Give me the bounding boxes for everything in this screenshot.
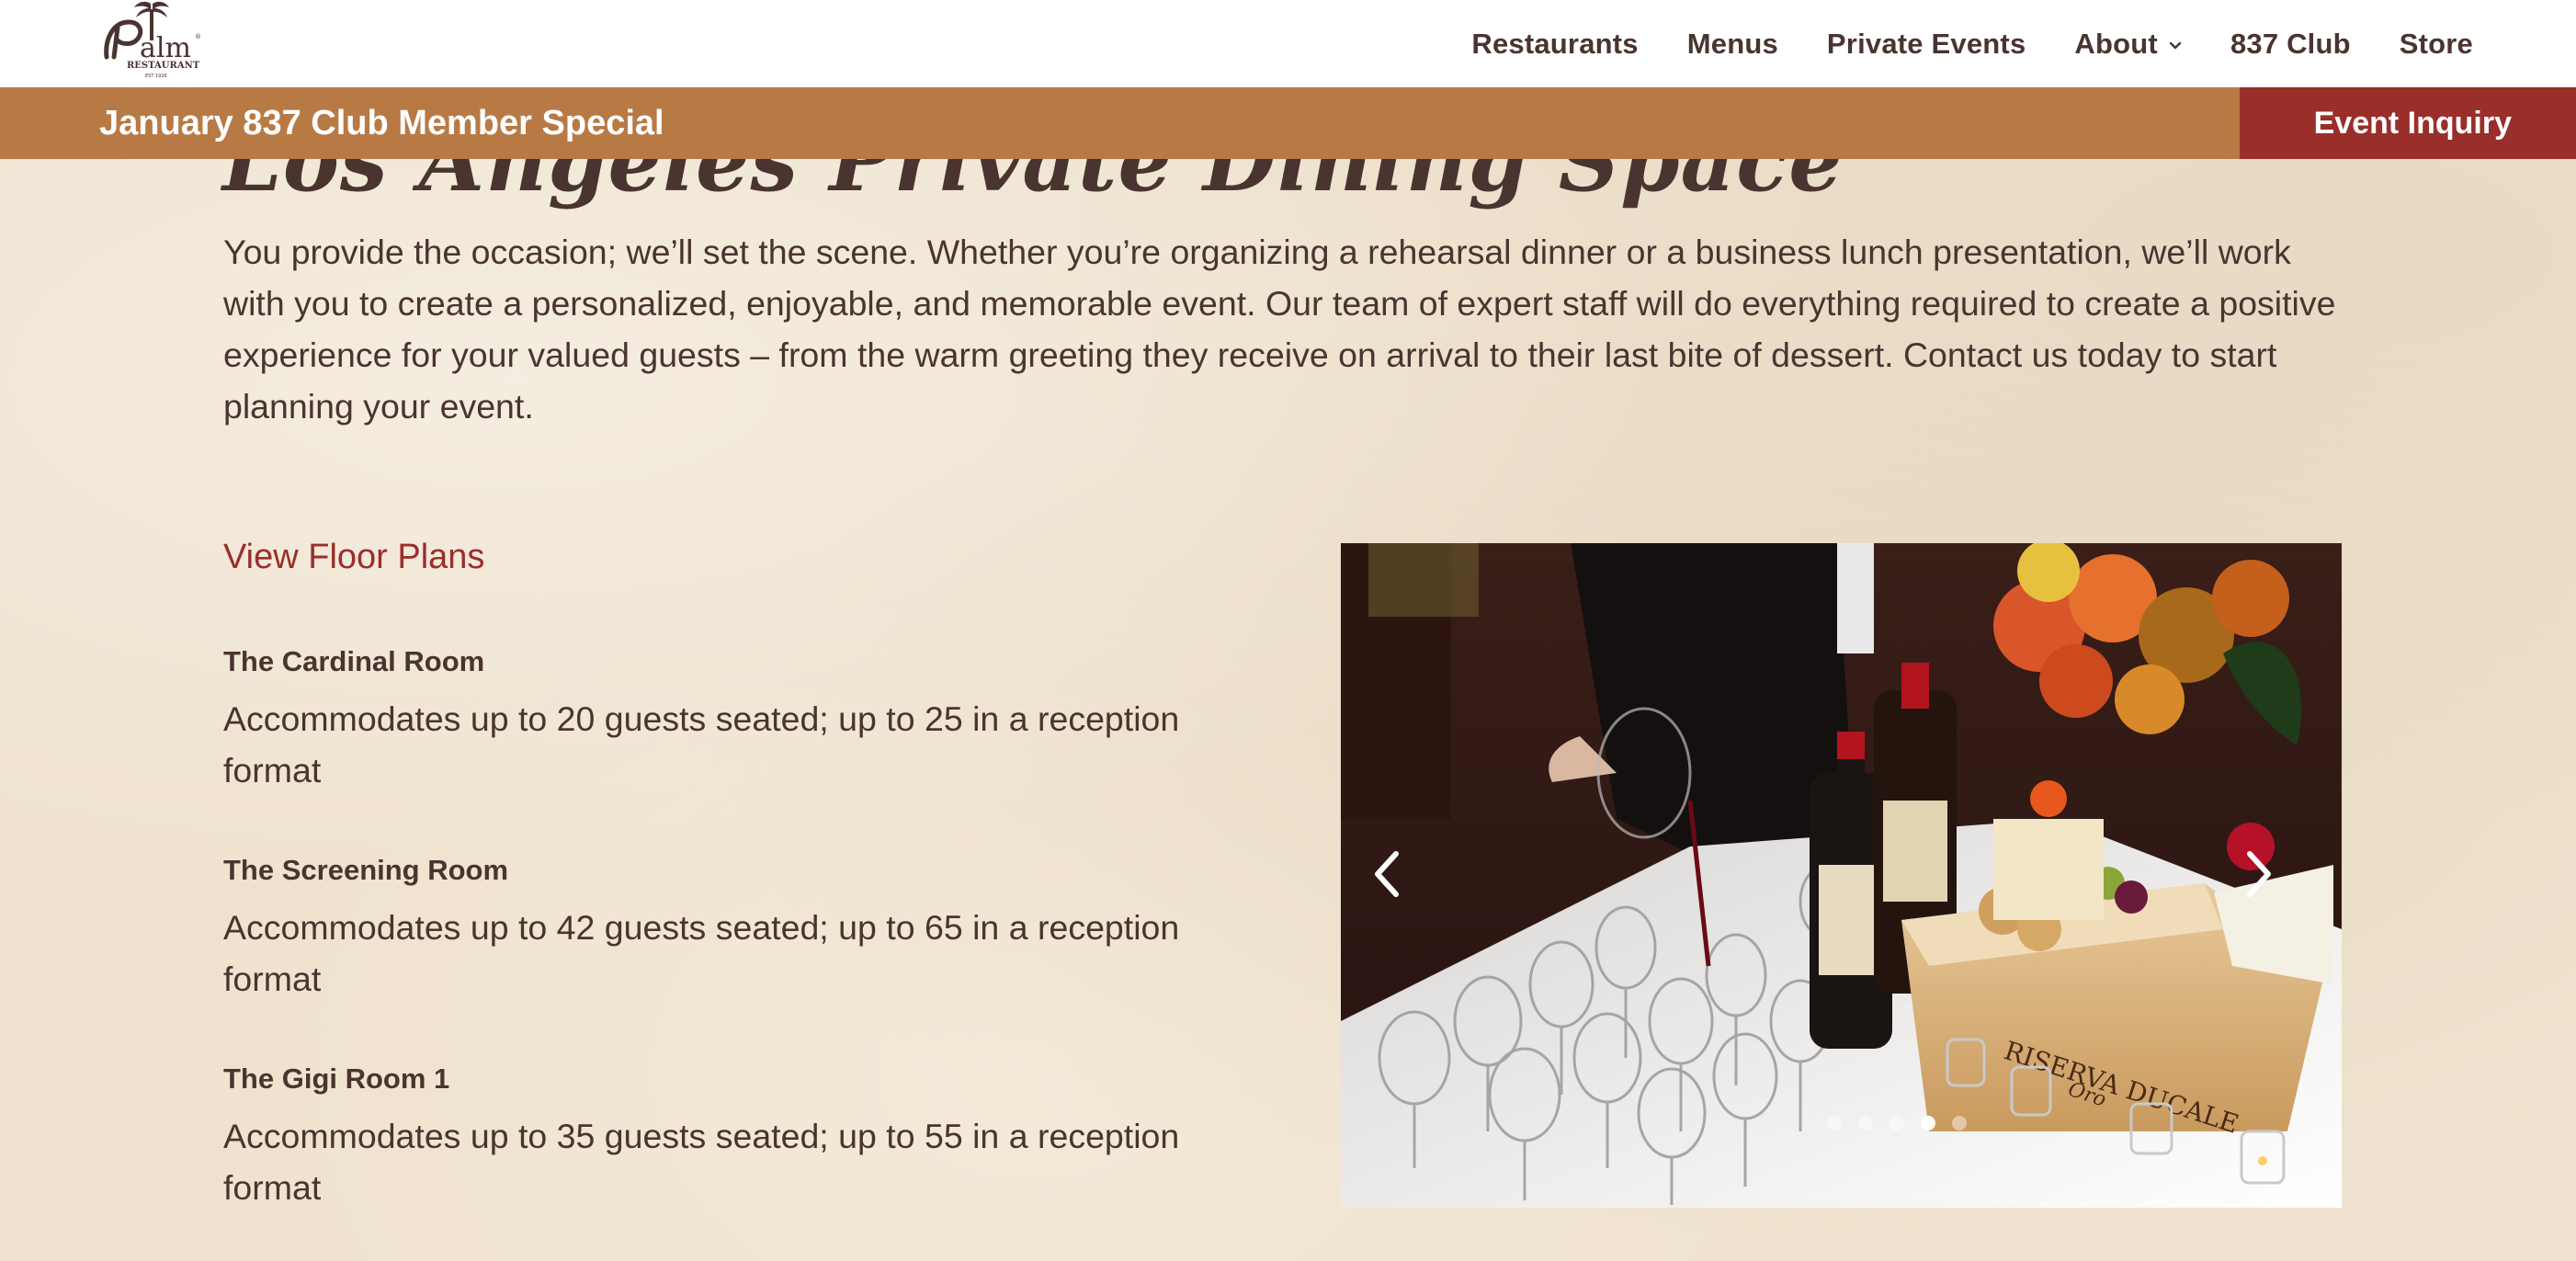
- carousel-dots: [1341, 1116, 2342, 1130]
- main-nav: Restaurants Menus Private Events About 8…: [1423, 0, 2473, 87]
- room-cardinal: The Cardinal Room Accommodates up to 20 …: [223, 643, 1262, 796]
- palm-logo-image: alm ® RESTAURANT EST 1926: [104, 1, 201, 79]
- svg-text:EST 1926: EST 1926: [145, 74, 167, 79]
- nav-menus-label: Menus: [1686, 27, 1778, 60]
- view-floor-plans-link[interactable]: View Floor Plans: [223, 538, 484, 577]
- room-name: The Cardinal Room: [223, 645, 485, 677]
- nav-store-label: Store: [2399, 27, 2473, 60]
- nav-about[interactable]: About: [2074, 28, 2182, 61]
- svg-text:®: ®: [195, 33, 201, 40]
- intro-paragraph: You provide the occasion; we’ll set the …: [223, 233, 2336, 426]
- room-screening: The Screening Room Accommodates up to 42…: [223, 852, 1262, 1005]
- event-inquiry-button[interactable]: Event Inquiry: [2240, 87, 2576, 159]
- chevron-down-icon: [2169, 40, 2182, 52]
- carousel-dot[interactable]: [1857, 1116, 1873, 1130]
- nav-837-club-label: 837 Club: [2230, 27, 2351, 60]
- nav-837-club[interactable]: 837 Club: [2230, 28, 2351, 61]
- carousel-dot[interactable]: [1826, 1116, 1842, 1130]
- chevron-right-icon: [2247, 851, 2271, 897]
- nav-private-events-label: Private Events: [1826, 27, 2026, 60]
- svg-text:alm: alm: [140, 32, 191, 64]
- carousel-prev-button[interactable]: [1359, 837, 1414, 911]
- carousel-next-button[interactable]: [2231, 837, 2287, 911]
- nav-restaurants-label: Restaurants: [1471, 27, 1639, 60]
- nav-store[interactable]: Store: [2400, 28, 2473, 61]
- carousel-dot[interactable]: [1889, 1116, 1904, 1130]
- chevron-left-icon: [1375, 851, 1399, 897]
- carousel-dot[interactable]: [1951, 1116, 1967, 1130]
- site-header: alm ® RESTAURANT EST 1926 Restaurants Me…: [0, 0, 2576, 87]
- promo-banner: January 837 Club Member Special Event In…: [0, 87, 2576, 159]
- room-name: The Screening Room: [223, 854, 509, 886]
- room-gigi: The Gigi Room 1 Accommodates up to 35 gu…: [223, 1061, 1262, 1213]
- promo-link[interactable]: January 837 Club Member Special: [99, 87, 664, 159]
- nav-menus[interactable]: Menus: [1687, 28, 1778, 61]
- room-name: The Gigi Room 1: [223, 1062, 450, 1095]
- wine-service-photo: RISERVA DUCALE Oro: [1341, 543, 2342, 1208]
- room-description: Accommodates up to 42 guests seated; up …: [223, 908, 1180, 998]
- nav-restaurants[interactable]: Restaurants: [1471, 28, 1638, 61]
- nav-about-label: About: [2074, 27, 2158, 60]
- room-description: Accommodates up to 20 guests seated; up …: [223, 699, 1180, 790]
- room-description: Accommodates up to 35 guests seated; up …: [223, 1117, 1180, 1207]
- svg-text:RESTAURANT: RESTAURANT: [127, 61, 200, 71]
- carousel-dot-active[interactable]: [1920, 1116, 1935, 1130]
- nav-private-events[interactable]: Private Events: [1827, 28, 2026, 61]
- palm-logo[interactable]: alm ® RESTAURANT EST 1926: [99, 0, 202, 79]
- photo-carousel[interactable]: RISERVA DUCALE Oro: [1341, 543, 2342, 1208]
